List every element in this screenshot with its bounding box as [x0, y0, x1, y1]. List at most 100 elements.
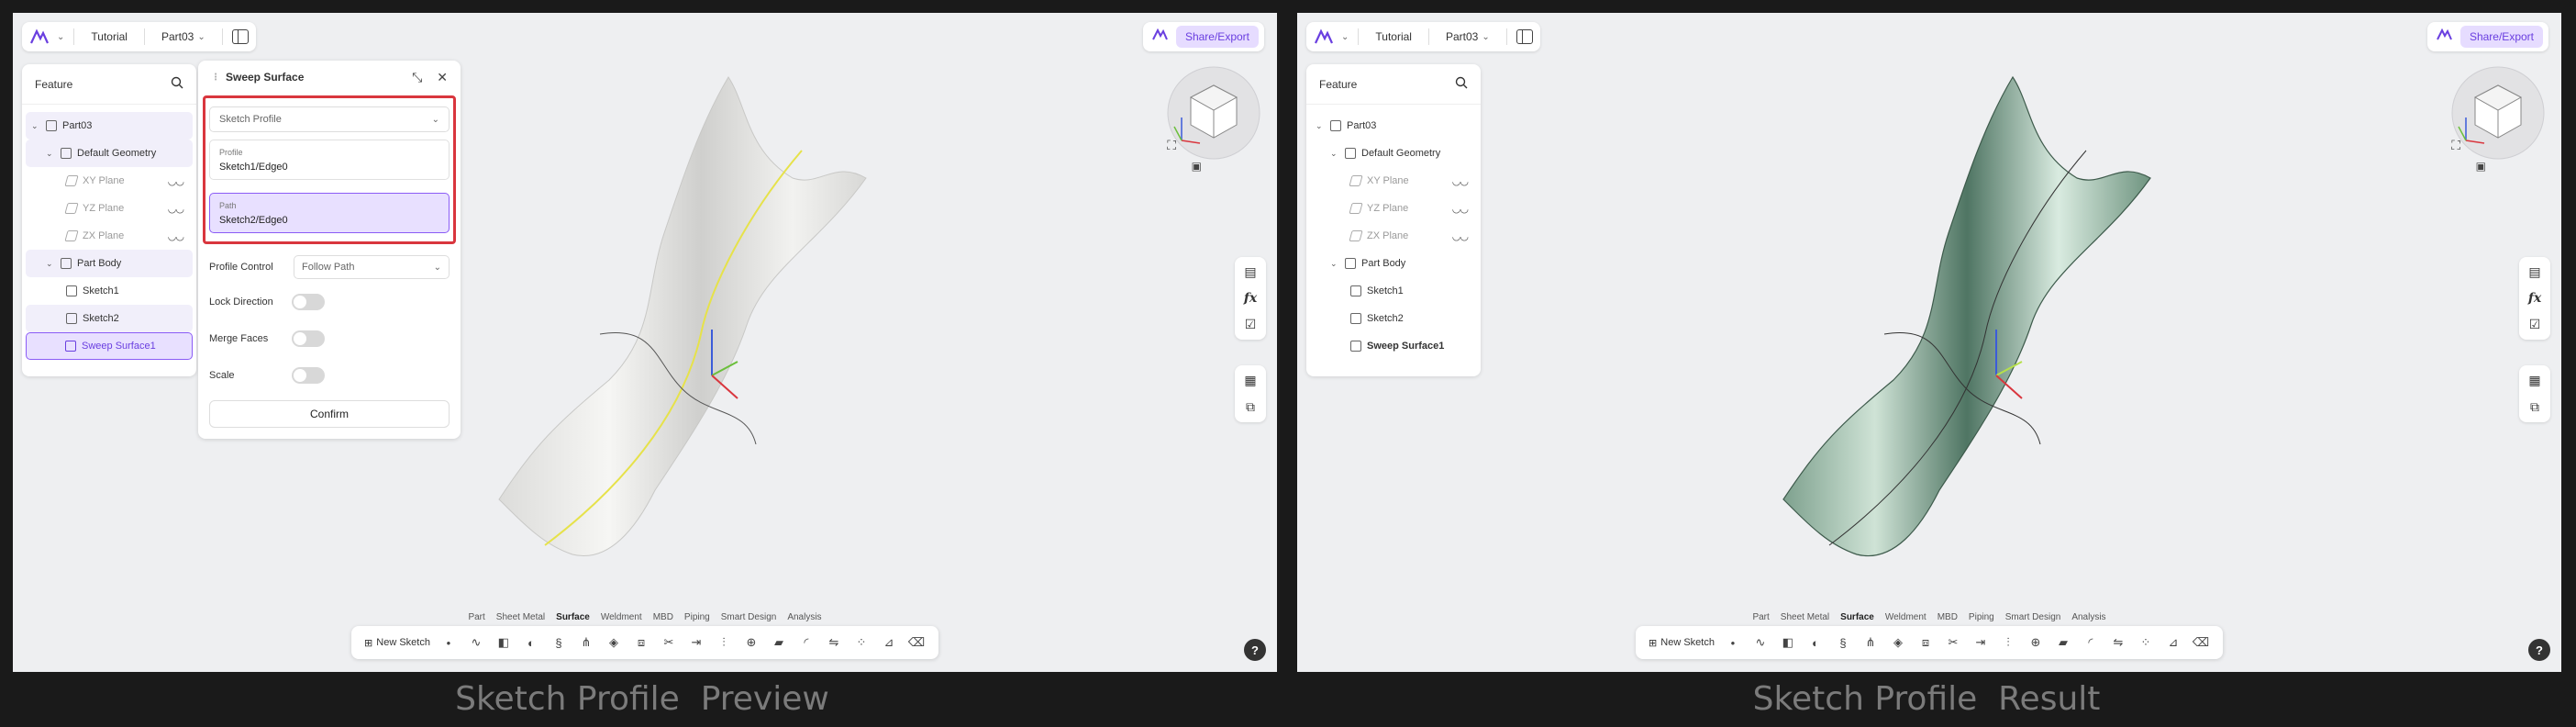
assembly-icon[interactable]: ⧉	[2530, 399, 2539, 415]
app-logo-icon[interactable]	[29, 28, 51, 46]
tree-item-part-body[interactable]: ⌄ Part Body	[26, 250, 193, 277]
thicken-icon[interactable]: ▰	[770, 633, 788, 652]
share-export-button[interactable]: Share/Export	[1175, 26, 1259, 48]
sweep-surface-icon[interactable]: §	[1834, 633, 1852, 652]
stitch-icon[interactable]: ⊕	[742, 633, 761, 652]
loft-surface-icon[interactable]: ⋔	[1861, 633, 1880, 652]
chevron-down-icon[interactable]: ⌄	[31, 121, 40, 131]
curve-tool-icon[interactable]: ∿	[1751, 633, 1770, 652]
layout-icon[interactable]: ▦	[2528, 373, 2540, 388]
chevron-down-icon[interactable]: ⌄	[1341, 32, 1349, 42]
chevron-down-icon[interactable]: ⌄	[1330, 259, 1339, 269]
delete-face-icon[interactable]: ⌫	[907, 633, 926, 652]
tab-sheet-metal[interactable]: Sheet Metal	[496, 612, 545, 622]
fit-view-icon[interactable]: ⛶	[2451, 138, 2460, 153]
formula-icon[interactable]: fx	[2528, 291, 2541, 306]
extrude-surface-icon[interactable]: ◧	[494, 633, 513, 652]
close-icon[interactable]: ✕	[437, 70, 448, 85]
lock-direction-toggle[interactable]	[292, 294, 325, 310]
extend-icon[interactable]: ⇥	[687, 633, 705, 652]
tab-analysis[interactable]: Analysis	[787, 612, 821, 622]
sweep-surface-result[interactable]	[1782, 75, 2151, 557]
properties-icon[interactable]: ▤	[1244, 264, 1256, 280]
fillet-icon[interactable]: ◜	[797, 633, 816, 652]
tree-item-sketch1[interactable]: Sketch1	[26, 277, 193, 305]
pattern-icon[interactable]: ⁘	[852, 633, 871, 652]
profile-field[interactable]: Profile Sketch1/Edge0	[209, 140, 450, 180]
offset-surface-icon[interactable]: ⧈	[1916, 633, 1935, 652]
tab-surface[interactable]: Surface	[556, 612, 590, 622]
delete-face-icon[interactable]: ⌫	[2192, 633, 2210, 652]
curve-tool-icon[interactable]: ∿	[467, 633, 485, 652]
tree-item-xy-plane[interactable]: XY Plane ◡◡	[26, 167, 193, 195]
eye-closed-icon[interactable]: ◡◡	[1452, 203, 1469, 215]
stitch-icon[interactable]: ⊕	[2026, 633, 2045, 652]
tab-piping[interactable]: Piping	[1969, 612, 1994, 622]
split-icon[interactable]: ⫶	[1999, 633, 2017, 652]
checklist-icon[interactable]: ☑	[2529, 317, 2541, 332]
breadcrumb-tutorial[interactable]: Tutorial	[1368, 30, 1419, 43]
tree-item-yz-plane[interactable]: YZ Plane ◡◡	[1310, 195, 1477, 222]
tab-weldment[interactable]: Weldment	[1885, 612, 1926, 622]
mirror-icon[interactable]: ⇋	[825, 633, 843, 652]
part-selector[interactable]: Part03 ⌄	[1438, 30, 1497, 43]
eye-closed-icon[interactable]: ◡◡	[168, 203, 184, 215]
app-logo-icon[interactable]	[1314, 28, 1336, 46]
eye-closed-icon[interactable]: ◡◡	[168, 175, 184, 187]
thicken-icon[interactable]: ▰	[2054, 633, 2072, 652]
checklist-icon[interactable]: ☑	[1245, 317, 1257, 332]
chevron-down-icon[interactable]: ⌄	[46, 259, 55, 269]
tree-item-default-geometry[interactable]: ⌄ Default Geometry	[1310, 140, 1477, 167]
share-export-button[interactable]: Share/Export	[2459, 26, 2543, 48]
collapse-icon[interactable]: ⤡	[412, 70, 422, 85]
surface-preview-viewport[interactable]	[472, 50, 912, 582]
path-field[interactable]: Path Sketch2/Edge0	[209, 193, 450, 233]
ai-assistant-icon[interactable]	[2437, 28, 2453, 46]
chevron-down-icon[interactable]: ⌄	[57, 32, 64, 42]
tree-item-part03[interactable]: ⌄ Part03	[1310, 112, 1477, 140]
formula-icon[interactable]: fx	[1244, 291, 1257, 306]
display-mode-icon[interactable]: ▣	[2476, 160, 2486, 173]
tab-mbd[interactable]: MBD	[1938, 612, 1958, 622]
tree-item-sweep-surface1[interactable]: Sweep Surface1	[1310, 332, 1477, 360]
layout-icon[interactable]: ▦	[1244, 373, 1256, 388]
chevron-down-icon[interactable]: ⌄	[46, 149, 55, 159]
breadcrumb-tutorial[interactable]: Tutorial	[83, 30, 135, 43]
mirror-icon[interactable]: ⇋	[2109, 633, 2127, 652]
tab-weldment[interactable]: Weldment	[601, 612, 642, 622]
tree-item-default-geometry[interactable]: ⌄ Default Geometry	[26, 140, 193, 167]
extrude-surface-icon[interactable]: ◧	[1779, 633, 1797, 652]
part-selector[interactable]: Part03 ⌄	[154, 30, 213, 43]
offset-surface-icon[interactable]: ⧈	[632, 633, 650, 652]
trim-icon[interactable]: ✂	[1944, 633, 1962, 652]
panel-toggle-icon[interactable]	[231, 29, 249, 44]
tree-item-zx-plane[interactable]: ZX Plane ◡◡	[1310, 222, 1477, 250]
ai-assistant-icon[interactable]	[1152, 28, 1169, 46]
panel-toggle-icon[interactable]	[1516, 29, 1533, 44]
tab-part[interactable]: Part	[1752, 612, 1769, 622]
tree-item-sketch2[interactable]: Sketch2	[1310, 305, 1477, 332]
loft-surface-icon[interactable]: ⋔	[577, 633, 595, 652]
help-button[interactable]: ?	[2528, 639, 2550, 661]
tab-part[interactable]: Part	[468, 612, 484, 622]
eye-closed-icon[interactable]: ◡◡	[168, 230, 184, 242]
measure-icon[interactable]: ⊿	[2164, 633, 2182, 652]
tab-analysis[interactable]: Analysis	[2071, 612, 2105, 622]
tab-smart-design[interactable]: Smart Design	[2005, 612, 2061, 622]
search-icon[interactable]	[1455, 76, 1468, 92]
extend-icon[interactable]: ⇥	[1971, 633, 1990, 652]
trim-icon[interactable]: ✂	[660, 633, 678, 652]
tab-smart-design[interactable]: Smart Design	[721, 612, 777, 622]
eye-closed-icon[interactable]: ◡◡	[1452, 175, 1469, 187]
tab-piping[interactable]: Piping	[684, 612, 710, 622]
tree-item-sketch2[interactable]: Sketch2	[26, 305, 193, 332]
tree-item-part03[interactable]: ⌄ Part03	[26, 112, 193, 140]
new-sketch-button[interactable]: ⊞ New Sketch	[1649, 637, 1715, 649]
fit-view-icon[interactable]: ⛶	[1167, 138, 1176, 153]
assembly-icon[interactable]: ⧉	[1246, 399, 1255, 415]
confirm-button[interactable]: Confirm	[209, 400, 450, 428]
measure-icon[interactable]: ⊿	[880, 633, 898, 652]
point-tool-icon[interactable]: •	[1724, 633, 1742, 652]
tab-surface[interactable]: Surface	[1840, 612, 1874, 622]
profile-control-select[interactable]: Follow Path ⌄	[294, 255, 450, 279]
